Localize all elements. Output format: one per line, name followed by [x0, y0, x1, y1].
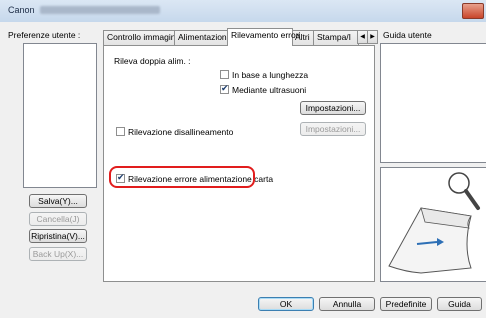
guide-illustration: [380, 167, 486, 282]
ultrasonic-label: Mediante ultrasuoni: [232, 85, 307, 95]
feed-error-highlight: [109, 166, 255, 188]
by-length-checkbox[interactable]: [220, 70, 229, 79]
tab-print[interactable]: Stampa/I: [313, 30, 359, 45]
window-title: Canon: [8, 5, 35, 15]
help-button[interactable]: Guida: [437, 297, 482, 311]
checkmark-icon: ✔: [221, 83, 229, 93]
settings-dialog: Preferenze utente : Salva(Y)... Cancella…: [0, 22, 486, 318]
ultrasonic-settings-button[interactable]: Impostazioni...: [300, 101, 366, 115]
delete-button[interactable]: Cancella(J): [29, 212, 87, 226]
close-icon[interactable]: [462, 3, 484, 19]
magnifier-icon: [448, 172, 480, 210]
by-length-label: In base a lunghezza: [232, 70, 309, 80]
guide-label: Guida utente: [383, 30, 432, 40]
tab-error-detection[interactable]: Rilevamento errori: [227, 28, 300, 46]
save-button[interactable]: Salva(Y)...: [29, 194, 87, 208]
guide-illustration-svg: [388, 172, 480, 274]
title-bar: Canon: [0, 0, 486, 23]
guide-text-area: [380, 43, 486, 163]
preferences-label: Preferenze utente :: [8, 30, 81, 40]
skew-checkbox[interactable]: [116, 127, 125, 136]
window-title-blurred: [40, 6, 160, 14]
skew-settings-button[interactable]: Impostazioni...: [300, 122, 366, 136]
skew-label: Rilevazione disallineamento: [128, 127, 234, 137]
scroll-right-icon[interactable]: ▶: [367, 30, 378, 44]
double-feed-label: Rileva doppia alim. :: [114, 56, 191, 66]
tab-feeding[interactable]: Alimentazione: [174, 30, 231, 45]
cancel-button[interactable]: Annulla: [319, 297, 375, 311]
ok-button[interactable]: OK: [258, 297, 314, 311]
ultrasonic-checkbox[interactable]: ✔: [220, 83, 229, 94]
preferences-list[interactable]: [23, 43, 97, 188]
backup-button[interactable]: Back Up(X)...: [29, 247, 87, 261]
restore-button[interactable]: Ripristina(V)...: [29, 229, 87, 243]
defaults-button[interactable]: Predefinite: [380, 297, 432, 311]
tab-image-control[interactable]: Controllo immagine: [103, 30, 180, 45]
error-detection-panel: Rileva doppia alim. : In base a lunghezz…: [103, 45, 375, 282]
